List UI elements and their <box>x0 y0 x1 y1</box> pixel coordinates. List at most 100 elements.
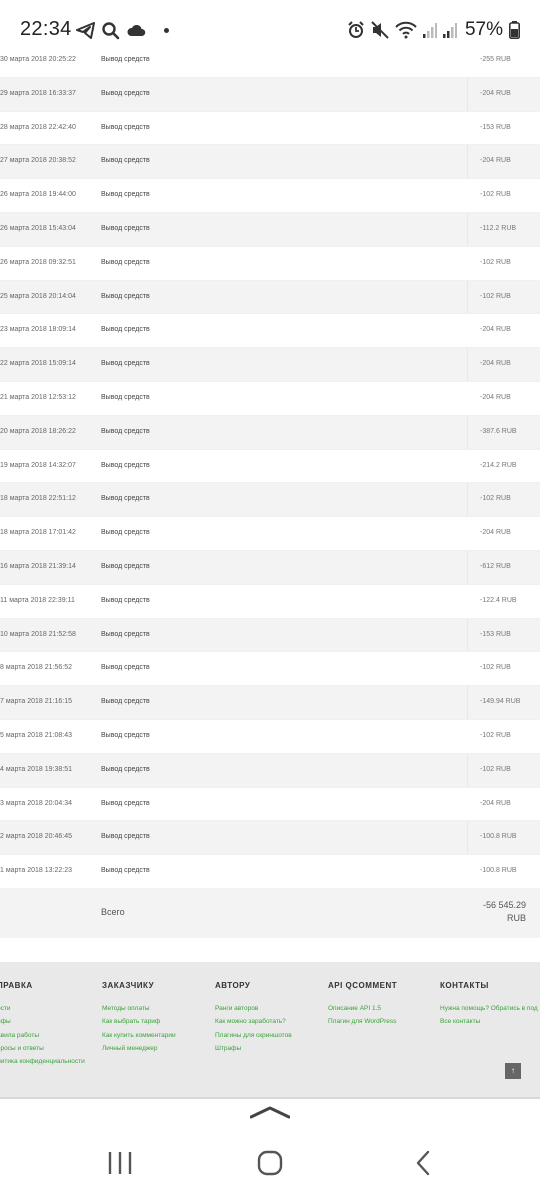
column-divider <box>467 550 468 584</box>
footer-link[interactable]: просы и ответы <box>0 1042 85 1055</box>
transactions-table: 30 марта 2018 20:25:22 Вывод средств -255 … <box>0 44 540 889</box>
footer-column-help: ПРАВКА ости ифы авила работы просы и отв… <box>0 981 85 1068</box>
column-divider <box>467 415 468 449</box>
transaction-operation: Вывод средств <box>101 867 150 875</box>
footer-column-author: АВТОРУ Ранги авторов Как можно заработат… <box>215 981 292 1055</box>
footer-link[interactable]: Штрафы <box>215 1042 292 1055</box>
transaction-amount: -102 RUB <box>480 664 511 672</box>
wifi-icon <box>395 21 417 39</box>
footer-link[interactable]: Ранги авторов <box>215 1002 292 1015</box>
table-row: 11 марта 2018 22:39:11 Вывод средств -122.… <box>0 584 540 619</box>
transaction-amount: -112.2 RUB <box>480 224 517 232</box>
transaction-operation: Вывод средств <box>101 393 150 401</box>
column-divider <box>467 652 468 686</box>
footer-link[interactable]: Как можно заработать? <box>215 1015 292 1028</box>
signal-icon <box>442 23 457 38</box>
transaction-operation: Вывод средств <box>101 765 150 773</box>
footer-link[interactable]: Нужна помощь? Обратись в под <box>440 1002 538 1015</box>
footer-column-api: API QCOMMENT Описание API 1.5 Плагин для… <box>328 981 397 1029</box>
footer-column-customer: ЗАКАЗЧИКУ Методы оплаты Как выбрать тари… <box>102 981 176 1055</box>
footer-link[interactable]: Как купить комментарии <box>102 1029 176 1042</box>
table-row: 3 марта 2018 20:04:34 Вывод средств -204 R… <box>0 787 540 822</box>
transaction-date: 26 марта 2018 09:32:51 <box>0 258 76 266</box>
transaction-operation: Вывод средств <box>101 461 150 469</box>
transaction-operation: Вывод средств <box>101 224 150 232</box>
transaction-date: 11 марта 2018 22:39:11 <box>0 596 75 604</box>
table-row: 26 марта 2018 19:44:00 Вывод средств -102 … <box>0 179 540 213</box>
column-divider <box>467 348 468 381</box>
transaction-amount: -204 RUB <box>480 360 511 368</box>
column-divider <box>467 855 468 888</box>
back-icon[interactable] <box>410 1149 438 1177</box>
transaction-date: 5 марта 2018 21:08:43 <box>0 731 73 739</box>
table-row: 18 марта 2018 22:51:12 Вывод средств -102 … <box>0 483 540 518</box>
transaction-date: 3 марта 2018 20:04:34 <box>0 799 73 807</box>
table-row: 25 марта 2018 20:14:04 Вывод средств -102 … <box>0 280 540 315</box>
scroll-to-top-button[interactable]: ↑ <box>505 1063 521 1079</box>
transaction-amount: -204 RUB <box>480 157 511 165</box>
table-row: 19 марта 2018 14:32:07 Вывод средств -214.… <box>0 449 540 484</box>
transaction-amount: -100.8 RUB <box>480 833 517 841</box>
search-icon <box>102 21 120 39</box>
table-row: 23 марта 2018 18:09:14 Вывод средств -204 … <box>0 314 540 349</box>
footer-link[interactable]: Описание API 1.5 <box>328 1002 397 1015</box>
transaction-amount: -387.6 RUB <box>480 427 517 435</box>
transaction-date: 18 марта 2018 17:01:42 <box>0 529 76 537</box>
alarm-icon <box>348 21 364 38</box>
transaction-operation: Вывод средств <box>101 56 150 63</box>
transaction-operation: Вывод средств <box>101 799 150 807</box>
transaction-operation: Вывод средств <box>101 89 150 97</box>
notification-dot-icon <box>164 27 169 33</box>
table-row: 18 марта 2018 17:01:42 Вывод средств -204 … <box>0 517 540 551</box>
recent-apps-icon[interactable] <box>106 1149 134 1177</box>
total-label: Всего <box>101 907 125 917</box>
footer-link[interactable]: Все контакты <box>440 1015 538 1028</box>
column-divider <box>467 517 468 550</box>
home-icon[interactable] <box>256 1149 284 1177</box>
transaction-date: 30 марта 2018 20:25:22 <box>0 56 76 63</box>
transaction-amount: -612 RUB <box>480 562 511 570</box>
footer-column-contacts: КОНТАКТЫ Нужна помощь? Обратись в под Вс… <box>440 981 538 1029</box>
column-divider <box>467 246 468 280</box>
footer-link[interactable]: Как выбрать тариф <box>102 1015 176 1028</box>
footer-link[interactable]: ости <box>0 1002 85 1015</box>
transaction-operation: Вывод средств <box>101 664 150 672</box>
footer-link[interactable]: Плагин для WordPress <box>328 1015 397 1028</box>
footer-link[interactable]: авила работы <box>0 1029 85 1042</box>
transaction-amount: -100.8 RUB <box>480 867 517 875</box>
battery-icon <box>509 21 520 39</box>
table-row: 8 марта 2018 21:56:52 Вывод средств -102 R… <box>0 652 540 687</box>
transaction-amount: -102 RUB <box>480 731 511 739</box>
transaction-date: 1 марта 2018 13:22:23 <box>0 867 73 875</box>
transaction-date: 2 марта 2018 20:46:45 <box>0 833 73 841</box>
footer-link[interactable]: Личный менеджер <box>102 1042 176 1055</box>
cloud-icon <box>127 24 146 36</box>
transaction-operation: Вывод средств <box>101 427 150 435</box>
transaction-date: 16 марта 2018 21:39:14 <box>0 562 76 570</box>
footer-column-title: API QCOMMENT <box>328 981 398 990</box>
transaction-amount: -102 RUB <box>480 258 511 266</box>
transaction-amount: -102 RUB <box>480 191 511 199</box>
transaction-operation: Вывод средств <box>101 698 150 706</box>
status-time: 22:34 <box>20 18 72 40</box>
column-divider <box>467 280 468 314</box>
footer-link[interactable]: Плагины для скриншотов <box>215 1029 292 1042</box>
footer-link[interactable]: ифы <box>0 1015 85 1028</box>
transaction-operation: Вывод средств <box>101 258 150 266</box>
table-row: 29 марта 2018 16:33:37 Вывод средств -204 … <box>0 77 540 112</box>
battery-percent: 57% <box>464 19 503 40</box>
nav-divider <box>0 1097 540 1099</box>
table-row: 16 марта 2018 21:39:14 Вывод средств -612 … <box>0 550 540 585</box>
transaction-amount: -204 RUB <box>480 326 511 334</box>
transaction-operation: Вывод средств <box>101 596 150 604</box>
footer-link[interactable]: Методы оплаты <box>102 1002 176 1015</box>
status-icons-left <box>76 19 169 41</box>
footer-column-title: ЗАКАЗЧИКУ <box>102 981 155 990</box>
transaction-amount: -204 RUB <box>480 529 511 537</box>
transaction-date: 4 марта 2018 19:38:51 <box>0 765 73 773</box>
table-row: 27 марта 2018 20:38:52 Вывод средств -204 … <box>0 145 540 180</box>
column-divider <box>467 787 468 821</box>
column-divider <box>467 449 468 483</box>
chevron-up-icon[interactable] <box>250 1105 290 1119</box>
footer-link[interactable]: литика конфиденциальности <box>0 1055 85 1068</box>
